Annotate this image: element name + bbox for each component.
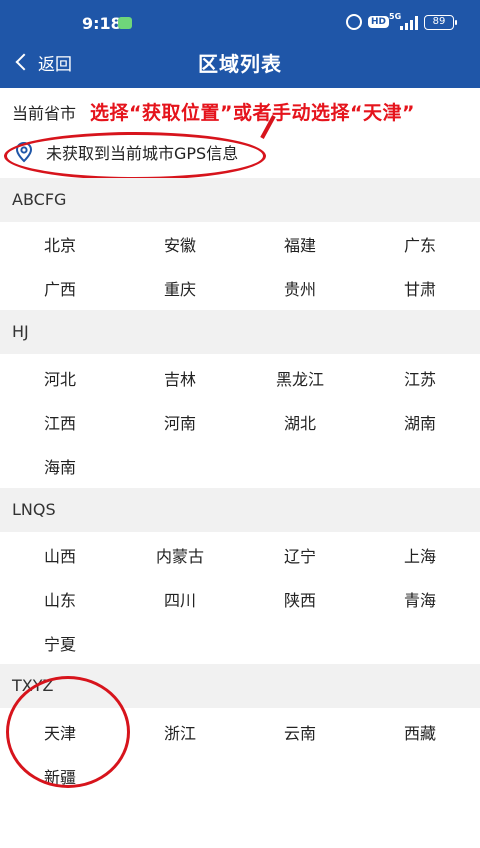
city-item-liaoning[interactable]: 辽宁 <box>240 543 360 567</box>
city-item-shaanxi[interactable]: 陕西 <box>240 587 360 611</box>
city-item-yunnan[interactable]: 云南 <box>240 720 360 744</box>
city-item-anhui[interactable]: 安徽 <box>120 232 240 256</box>
city-item-shanxi[interactable]: 山西 <box>0 543 120 567</box>
city-item-fujian[interactable]: 福建 <box>240 232 360 256</box>
section-header-hj: HJ <box>0 310 480 354</box>
city-item-hebei[interactable]: 河北 <box>0 366 120 390</box>
section-title: HJ <box>12 322 29 341</box>
city-item-zhejiang[interactable]: 浙江 <box>120 720 240 744</box>
city-item-guizhou[interactable]: 贵州 <box>240 276 360 300</box>
annotation-circle-tianjin <box>6 676 130 788</box>
city-item-xizang[interactable]: 西藏 <box>360 720 480 744</box>
section-title: LNQS <box>12 500 56 519</box>
city-item-ningxia[interactable]: 宁夏 <box>0 631 120 655</box>
city-item-henan[interactable]: 河南 <box>120 410 240 434</box>
city-item-hunan[interactable]: 湖南 <box>360 410 480 434</box>
city-item-hubei[interactable]: 湖北 <box>240 410 360 434</box>
city-item-sichuan[interactable]: 四川 <box>120 587 240 611</box>
city-item-chongqing[interactable]: 重庆 <box>120 276 240 300</box>
section-header-abcfg: ABCFG <box>0 178 480 222</box>
city-item-neimenggu[interactable]: 内蒙古 <box>120 543 240 567</box>
city-item-beijing[interactable]: 北京 <box>0 232 120 256</box>
city-item-hainan[interactable]: 海南 <box>0 454 120 478</box>
city-item-shanghai[interactable]: 上海 <box>360 543 480 567</box>
city-item-jiangxi[interactable]: 江西 <box>0 410 120 434</box>
city-item-guangdong[interactable]: 广东 <box>360 232 480 256</box>
city-item-shandong[interactable]: 山东 <box>0 587 120 611</box>
section-title: ABCFG <box>12 190 67 209</box>
city-item-gansu[interactable]: 甘肃 <box>360 276 480 300</box>
city-item-guangxi[interactable]: 广西 <box>0 276 120 300</box>
annotation-circle-gps <box>4 132 266 180</box>
section-header-lnqs: LNQS <box>0 488 480 532</box>
city-item-jilin[interactable]: 吉林 <box>120 366 240 390</box>
city-item-jiangsu[interactable]: 江苏 <box>360 366 480 390</box>
city-item-heilongjiang[interactable]: 黑龙江 <box>240 366 360 390</box>
city-item-qinghai[interactable]: 青海 <box>360 587 480 611</box>
